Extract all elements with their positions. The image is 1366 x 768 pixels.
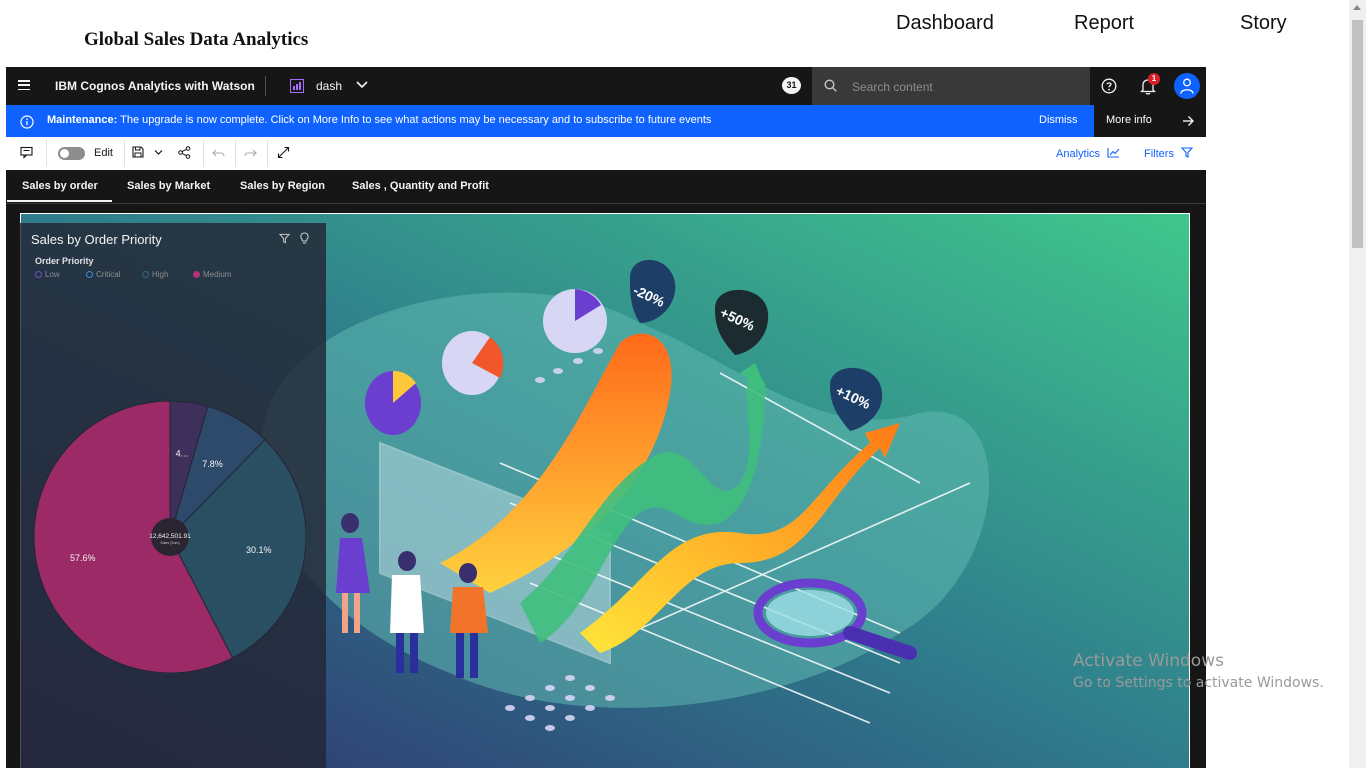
banner-text: The upgrade is now complete. Click on Mo… xyxy=(120,114,712,126)
widget-title: Sales by Order Priority xyxy=(31,232,162,247)
legend-item-high[interactable]: High xyxy=(142,270,168,279)
comment-icon[interactable] xyxy=(20,146,33,159)
search-icon xyxy=(824,79,837,92)
sales-by-priority-widget[interactable]: Sales by Order Priority Order Priority L… xyxy=(20,223,326,768)
app-header: IBM Cognos Analytics with Watson dash 31 xyxy=(6,67,1206,105)
pie-label-low: 4... xyxy=(176,449,189,459)
save-icon[interactable] xyxy=(132,146,144,158)
cognos-app-frame: IBM Cognos Analytics with Watson dash 31 xyxy=(6,67,1206,768)
lightbulb-icon[interactable] xyxy=(299,232,310,245)
more-info-button[interactable]: More info xyxy=(1094,105,1206,137)
header-divider xyxy=(265,76,266,96)
toolbar-divider xyxy=(46,140,47,167)
undo-icon[interactable] xyxy=(212,148,225,158)
toolbar-divider xyxy=(235,140,236,167)
nav-story-link[interactable]: Story xyxy=(1240,12,1287,35)
toolbar-divider xyxy=(203,140,204,167)
pie-label-critical: 7.8% xyxy=(202,459,223,469)
tab-sales-by-region[interactable]: Sales by Region xyxy=(240,180,325,192)
scroll-up-icon[interactable] xyxy=(1353,5,1361,10)
arrow-right-icon xyxy=(1183,116,1194,126)
filter-icon xyxy=(1180,147,1194,158)
dashboard-tabs: Sales by order Sales by Market Sales by … xyxy=(6,170,1206,204)
watermark-line2: Go to Settings to activate Windows. xyxy=(1073,675,1324,691)
filters-label: Filters xyxy=(1144,148,1174,160)
user-icon xyxy=(1180,78,1194,94)
pie-label-medium: 57.6% xyxy=(70,553,96,563)
edit-toggle[interactable] xyxy=(58,147,85,160)
dashboard-icon xyxy=(290,79,304,93)
info-icon xyxy=(20,115,34,129)
tab-sales-by-order[interactable]: Sales by order xyxy=(7,180,112,202)
product-name: IBM Cognos Analytics with Watson xyxy=(55,79,255,93)
fullscreen-icon[interactable] xyxy=(277,146,290,159)
dismiss-button[interactable]: Dismiss xyxy=(1039,114,1078,126)
toolbar-divider xyxy=(267,140,268,167)
legend-item-critical[interactable]: Critical xyxy=(86,270,120,279)
page-scrollbar[interactable] xyxy=(1349,0,1366,768)
dashboard-name[interactable]: dash xyxy=(316,79,342,93)
nav-dashboard-link[interactable]: Dashboard xyxy=(896,12,994,35)
redo-icon[interactable] xyxy=(244,148,257,158)
maintenance-banner: Maintenance: The upgrade is now complete… xyxy=(6,105,1206,137)
filter-icon[interactable] xyxy=(279,233,290,244)
search-box[interactable] xyxy=(812,67,1090,105)
pie-chart-container: 4... 7.8% 30.1% 57.6% 12,642,501.91 Sales (Su… xyxy=(33,400,307,674)
page-title: Global Sales Data Analytics xyxy=(84,29,309,50)
pie-center-value: 12,642,501.91 xyxy=(149,533,191,540)
share-icon[interactable] xyxy=(178,146,191,159)
legend-title: Order Priority xyxy=(35,256,94,266)
search-input[interactable] xyxy=(850,76,1079,98)
activate-windows-watermark: Activate Windows Go to Settings to activ… xyxy=(1073,651,1324,691)
notification-count-badge: 1 xyxy=(1148,73,1160,85)
counter-badge[interactable]: 31 xyxy=(782,77,801,94)
legend-item-low[interactable]: Low xyxy=(35,270,60,279)
legend-item-medium[interactable]: Medium xyxy=(193,270,231,279)
banner-label: Maintenance: xyxy=(47,114,118,126)
banner-message: Maintenance: The upgrade is now complete… xyxy=(47,114,711,126)
help-icon[interactable] xyxy=(1101,78,1117,94)
chevron-down-icon[interactable] xyxy=(154,149,163,156)
filters-button[interactable]: Filters xyxy=(1144,147,1194,160)
chevron-down-icon[interactable] xyxy=(356,80,368,90)
analytics-label: Analytics xyxy=(1056,148,1101,160)
more-info-label: More info xyxy=(1106,114,1152,126)
watermark-line1: Activate Windows xyxy=(1073,651,1224,671)
pie-center-label: Sales (Sum) xyxy=(160,541,179,545)
dashboard-toolbar: Edit Analytics Filters xyxy=(6,137,1206,171)
pie-label-high: 30.1% xyxy=(246,545,272,555)
toolbar-divider xyxy=(124,140,125,167)
analytics-icon xyxy=(1107,148,1120,158)
nav-report-link[interactable]: Report xyxy=(1074,12,1134,35)
tab-sales-by-market[interactable]: Sales by Market xyxy=(127,180,210,192)
scrollbar-thumb[interactable] xyxy=(1352,20,1363,248)
pie-chart: 4... 7.8% 30.1% 57.6% 12,642,501.91Sales (Su… xyxy=(33,400,307,674)
menu-icon[interactable] xyxy=(18,80,30,91)
edit-label: Edit xyxy=(94,147,113,159)
tab-sales-quantity-profit[interactable]: Sales , Quantity and Profit xyxy=(352,180,489,192)
user-avatar[interactable] xyxy=(1174,73,1200,99)
analytics-button[interactable]: Analytics xyxy=(1056,147,1120,160)
